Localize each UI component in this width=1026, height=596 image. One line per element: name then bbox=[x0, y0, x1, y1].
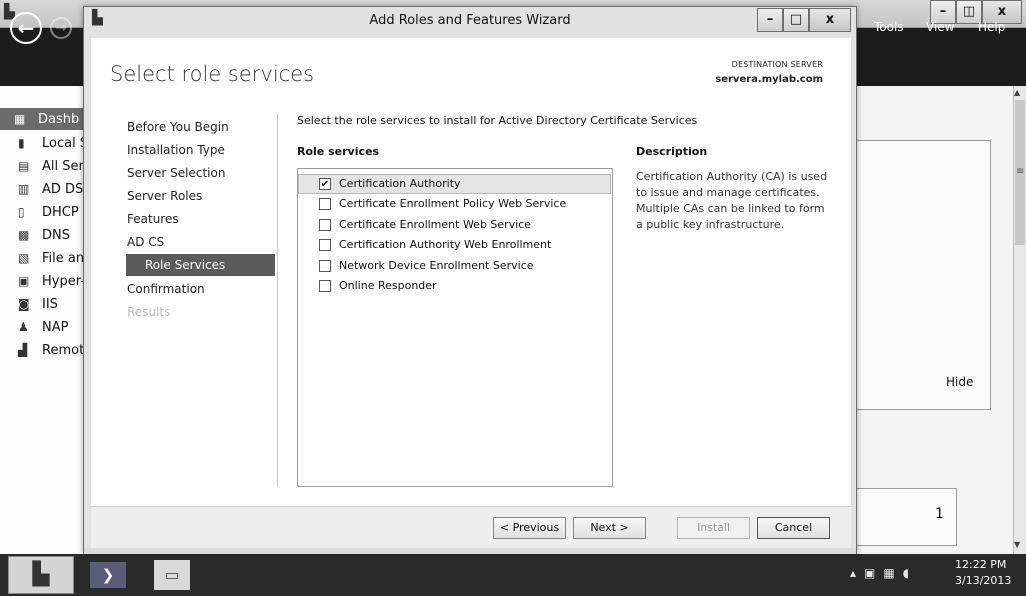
nap-icon: ♟ bbox=[18, 320, 29, 334]
menu-view[interactable]: View bbox=[926, 20, 954, 34]
scroll-up-icon[interactable]: ▲ bbox=[1014, 88, 1020, 97]
label-online-responder: Online Responder bbox=[339, 279, 437, 292]
volume-icon[interactable]: ◖ bbox=[903, 566, 917, 580]
hyperv-icon: ▣ bbox=[18, 274, 30, 288]
menu-help[interactable]: Help bbox=[978, 20, 1005, 34]
network-icon[interactable]: ▣ bbox=[864, 566, 883, 580]
server-icon: ▮ bbox=[18, 136, 25, 150]
cancel-button[interactable]: Cancel bbox=[757, 517, 830, 539]
scroll-down-icon[interactable]: ▼ bbox=[1014, 540, 1020, 549]
nav-divider bbox=[277, 114, 278, 487]
hide-link[interactable]: Hide bbox=[946, 375, 973, 389]
instructions-text: Select the role services to install for … bbox=[297, 114, 698, 127]
step-before-you-begin[interactable]: Before You Begin bbox=[127, 120, 229, 134]
step-features[interactable]: Features bbox=[127, 212, 179, 226]
menu-tools[interactable]: Tools bbox=[874, 20, 904, 34]
checkbox-ca-web-enrollment[interactable] bbox=[319, 239, 331, 251]
step-installation-type[interactable]: Installation Type bbox=[127, 143, 225, 157]
forward-arrow-icon: → bbox=[55, 20, 67, 36]
back-button[interactable]: ← bbox=[10, 12, 42, 44]
back-arrow-icon: ← bbox=[17, 16, 35, 40]
step-server-roles[interactable]: Server Roles bbox=[127, 189, 202, 203]
label-network-device-enrollment: Network Device Enrollment Service bbox=[339, 259, 534, 272]
system-tray: ▴▣▦◖ bbox=[850, 566, 917, 580]
checkbox-online-responder[interactable] bbox=[319, 280, 331, 292]
scroll-grip-icon: ≡ bbox=[1016, 166, 1025, 177]
wizard-maximize-button[interactable]: □ bbox=[783, 8, 809, 32]
label-certification-authority: Certification Authority bbox=[339, 177, 461, 190]
description-text: Certification Authority (CA) is used to … bbox=[636, 170, 828, 231]
roles-count: 1 bbox=[935, 506, 944, 522]
checkbox-certification-authority[interactable]: ✔ bbox=[319, 178, 331, 190]
checkbox-network-device-enrollment[interactable] bbox=[319, 260, 331, 272]
sidebar-item-nap[interactable]: ♟ NAP bbox=[0, 316, 90, 338]
step-confirmation[interactable]: Confirmation bbox=[127, 282, 205, 296]
welcome-panel bbox=[855, 140, 991, 410]
dhcp-icon: ▯ bbox=[18, 205, 25, 219]
next-button[interactable]: Next > bbox=[573, 517, 646, 539]
destination-server-name: servera.mylab.com bbox=[715, 74, 823, 85]
directory-icon: ▥ bbox=[18, 182, 30, 196]
servers-icon: ▤ bbox=[18, 159, 30, 173]
file-services-icon: ▧ bbox=[18, 251, 30, 265]
up-arrow-icon[interactable]: ▴ bbox=[850, 566, 864, 580]
step-results: Results bbox=[127, 305, 171, 319]
sidebar-item-all-servers[interactable]: ▤ All Ser bbox=[0, 155, 90, 177]
sidebar-item-iis[interactable]: ◙ IIS bbox=[0, 293, 90, 315]
destination-server-label: DESTINATION SERVER bbox=[731, 60, 823, 69]
wizard-bottom-border bbox=[84, 548, 856, 554]
label-enrollment-policy-web-service: Certificate Enrollment Policy Web Servic… bbox=[339, 197, 567, 210]
folder-icon: ▭ bbox=[164, 565, 180, 584]
server-manager-icon: ▙ bbox=[32, 562, 50, 587]
sidebar-item-dhcp[interactable]: ▯ DHCP bbox=[0, 201, 90, 223]
label-ca-web-enrollment: Certification Authority Web Enrollment bbox=[339, 238, 552, 251]
sidebar-item-hyper-v[interactable]: ▣ Hyper- bbox=[0, 270, 90, 292]
page-title: Select role services bbox=[110, 62, 315, 86]
action-center-icon[interactable]: ▦ bbox=[883, 566, 902, 580]
wizard-close-button[interactable]: x bbox=[809, 8, 851, 32]
powershell-icon: ❯ bbox=[101, 566, 115, 584]
sidebar-item-file-services[interactable]: ▧ File an bbox=[0, 247, 90, 269]
dns-icon: ▩ bbox=[18, 228, 30, 242]
step-server-selection[interactable]: Server Selection bbox=[127, 166, 225, 180]
checkbox-enrollment-web-service[interactable] bbox=[319, 219, 331, 231]
sidebar-item-ad-ds[interactable]: ▥ AD DS bbox=[0, 178, 90, 200]
sidebar-item-local-server[interactable]: ▮ Local S bbox=[0, 132, 90, 154]
remote-desktop-icon: ▟ bbox=[18, 343, 28, 357]
powershell-taskbar-button[interactable]: ❯ bbox=[90, 562, 126, 588]
description-header: Description bbox=[636, 145, 708, 158]
server-manager-taskbar-button[interactable]: ▙ bbox=[8, 556, 74, 594]
label-enrollment-web-service: Certificate Enrollment Web Service bbox=[339, 218, 532, 231]
explorer-taskbar-button[interactable]: ▭ bbox=[154, 560, 190, 590]
previous-button[interactable]: < Previous bbox=[493, 517, 566, 539]
wizard-title: Add Roles and Features Wizard bbox=[369, 13, 571, 28]
step-role-services-label: Role Services bbox=[145, 258, 226, 272]
wizard-minimize-button[interactable]: – bbox=[757, 8, 783, 32]
forward-button[interactable]: → bbox=[50, 17, 72, 39]
sidebar-item-dns[interactable]: ▩ DNS bbox=[0, 224, 90, 246]
iis-icon: ◙ bbox=[18, 297, 30, 311]
role-services-header: Role services bbox=[297, 145, 379, 158]
install-button[interactable]: Install bbox=[677, 517, 750, 539]
step-ad-cs[interactable]: AD CS bbox=[127, 235, 164, 249]
checkbox-enrollment-policy-web-service[interactable] bbox=[319, 198, 331, 210]
clock-time[interactable]: 12:22 PM bbox=[955, 558, 1006, 571]
checkmark-icon: ✔ bbox=[320, 179, 330, 190]
dashboard-icon: ▦ bbox=[14, 112, 26, 126]
sidebar-item-dashboard[interactable]: ▦ Dashb bbox=[0, 108, 90, 130]
sidebar-item-remote-desktop[interactable]: ▟ Remot bbox=[0, 339, 90, 361]
clock-date[interactable]: 3/13/2013 bbox=[955, 574, 1011, 587]
